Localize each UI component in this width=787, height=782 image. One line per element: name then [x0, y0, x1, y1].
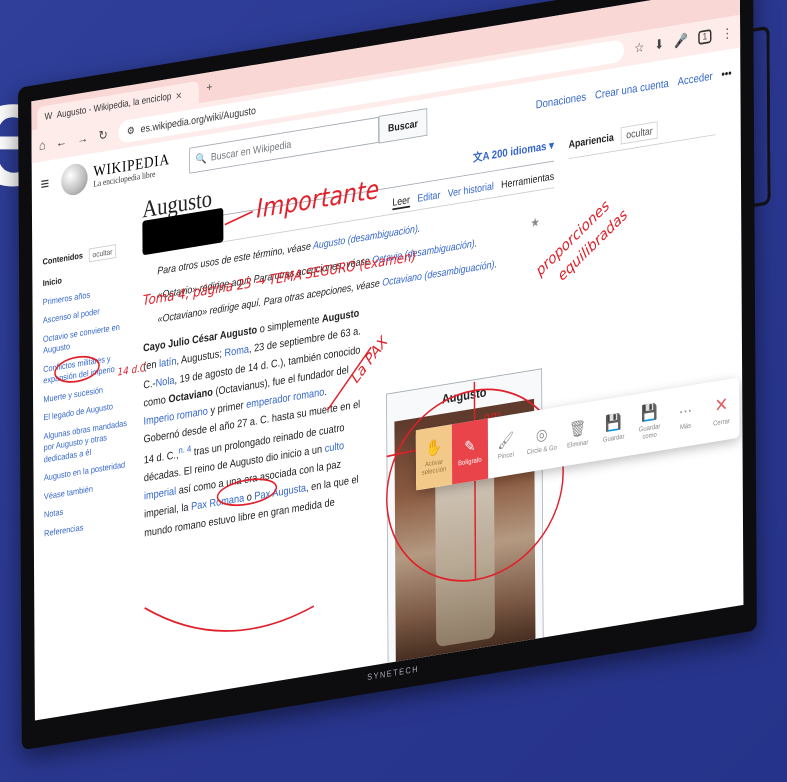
brush-icon: 🖌 — [497, 430, 515, 451]
link[interactable]: latín — [159, 355, 176, 370]
tab-count-button[interactable]: 1 — [698, 29, 712, 45]
search-placeholder: Buscar en Wikipedia — [210, 138, 292, 164]
hand-icon: ✋ — [425, 437, 443, 458]
tab-discusion[interactable]: Discusión — [180, 225, 218, 245]
article-lead: Cayo Julio César Augusto o simplemente A… — [143, 306, 361, 539]
toc-hide-button[interactable]: ocultar — [88, 244, 117, 263]
tab-editar[interactable]: Editar — [417, 189, 440, 207]
hatnote-link[interactable]: Octavio (desambiguación) — [372, 237, 475, 266]
link[interactable]: Pax Romana — [191, 492, 244, 513]
back-icon[interactable]: ← — [56, 134, 67, 150]
interactive-display: SYNETECH W Augusto - Wikipedia, la encic… — [18, 0, 771, 776]
save-as-icon: 💾 — [641, 402, 658, 423]
menu-dots-icon[interactable]: ⋮ — [722, 25, 733, 42]
hatnote-link[interactable]: Octaviano (desambiguación) — [382, 258, 494, 288]
more-options-icon[interactable]: ••• — [721, 66, 731, 81]
tab-herramientas[interactable]: Herramientas — [501, 170, 554, 192]
reload-icon[interactable]: ↻ — [98, 127, 107, 144]
select-tool[interactable]: ✋ Activar selección — [415, 424, 453, 491]
appearance-hide-button[interactable]: ocultar — [621, 121, 658, 145]
home-icon[interactable]: ⌂ — [39, 137, 46, 153]
trash-icon: 🗑 — [569, 418, 587, 439]
tab-historial[interactable]: Ver historial — [448, 180, 494, 201]
forward-icon[interactable]: → — [77, 130, 88, 146]
brush-tool[interactable]: 🖌 Pincel — [488, 413, 524, 479]
link[interactable]: Nola — [156, 374, 175, 389]
save-icon: 💾 — [605, 412, 622, 433]
main-menu-icon[interactable]: ≡ — [41, 174, 50, 195]
circle-go-icon: ◎ — [535, 424, 548, 444]
hatnote-link[interactable]: Augusto (desambiguación) — [313, 222, 418, 251]
delete-tool[interactable]: 🗑 Eliminar — [560, 401, 596, 467]
translate-icon: 文A — [472, 148, 490, 164]
download-icon[interactable]: ⬇ — [655, 36, 664, 53]
microphone-icon[interactable]: 🎤 — [674, 32, 688, 50]
toc-heading: Contenidos — [42, 251, 84, 268]
toc-item[interactable]: Algunas obras mandadas por Augusto y otr… — [44, 417, 132, 466]
site-settings-icon[interactable]: ⚙ — [127, 124, 135, 137]
language-button[interactable]: 文A 200 idiomas ▾ — [473, 135, 554, 165]
wikipedia-page: ≡ WIKIPEDIA La enciclopedia libre 🔍 Busc… — [32, 48, 744, 714]
page-title: Augusto — [142, 185, 213, 224]
save-as-tool[interactable]: 💾 Guardar como — [631, 389, 667, 455]
tab-leer[interactable]: Leer — [392, 193, 411, 211]
link[interactable]: Roma — [224, 343, 249, 359]
footnote-link[interactable]: n. 4 — [178, 444, 191, 456]
new-tab-icon[interactable]: + — [206, 80, 212, 95]
link-crear-cuenta[interactable]: Crear una cuenta — [595, 76, 669, 101]
article-content: Augusto 文A 200 idiomas ▾ Artículo Discus… — [142, 129, 556, 688]
wikipedia-logo[interactable]: WIKIPEDIA La enciclopedia libre — [60, 148, 170, 198]
screen: W Augusto - Wikipedia, la enciclop × + ⌂… — [31, 0, 744, 721]
close-tab-icon[interactable]: × — [176, 88, 182, 103]
display-handle — [753, 25, 771, 208]
save-tool[interactable]: 💾 Guardar — [595, 395, 631, 461]
language-count: 200 idiomas — [491, 139, 547, 161]
circle-go-tool[interactable]: ◎ Circle & Go — [524, 407, 560, 473]
wikipedia-globe-icon — [60, 161, 88, 198]
wikipedia-favicon-icon: W — [44, 110, 53, 123]
more-icon: ⋯ — [678, 401, 693, 421]
close-tool[interactable]: ✕ Cerrar — [703, 377, 739, 443]
search-icon: 🔍 — [195, 151, 207, 166]
link-donaciones[interactable]: Donaciones — [536, 90, 587, 111]
search-button[interactable]: Buscar — [378, 108, 428, 144]
tab-articulo[interactable]: Artículo — [142, 232, 173, 252]
link[interactable]: Pax Augusta — [254, 482, 306, 502]
pen-tool[interactable]: ✎ Bolígrafo — [451, 418, 489, 485]
watch-star-icon[interactable]: ★ — [530, 215, 539, 231]
pen-icon: ✎ — [464, 436, 476, 456]
table-of-contents: Contenidos ocultar Inicio Primeros años … — [43, 242, 133, 547]
appearance-panel: Apariencia ocultar — [568, 111, 716, 160]
more-tool[interactable]: ⋯ Más — [667, 383, 703, 449]
close-icon: ✕ — [714, 392, 729, 417]
appearance-label: Apariencia — [568, 131, 614, 151]
bookmark-star-icon[interactable]: ☆ — [634, 39, 644, 56]
link-acceder[interactable]: Acceder — [678, 69, 713, 88]
